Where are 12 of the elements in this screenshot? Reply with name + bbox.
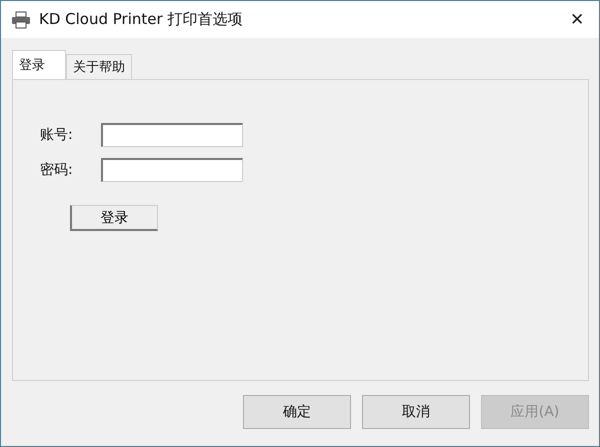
input-field[interactable] xyxy=(101,158,243,182)
login-button[interactable]: 登录 xyxy=(70,205,158,231)
field-label: 账号: xyxy=(40,126,74,144)
printer-icon xyxy=(11,10,31,28)
close-button[interactable]: ✕ xyxy=(555,2,599,38)
tab[interactable]: 登录 xyxy=(12,50,66,79)
input-field[interactable] xyxy=(101,123,243,147)
field-label: 密码: xyxy=(40,161,74,179)
window-title: KD Cloud Printer 打印首选项 xyxy=(39,10,244,29)
dialog-button[interactable]: 确定 xyxy=(243,395,351,429)
tab[interactable]: 关于帮助 xyxy=(66,54,132,79)
dialog-button[interactable]: 取消 xyxy=(362,395,470,429)
